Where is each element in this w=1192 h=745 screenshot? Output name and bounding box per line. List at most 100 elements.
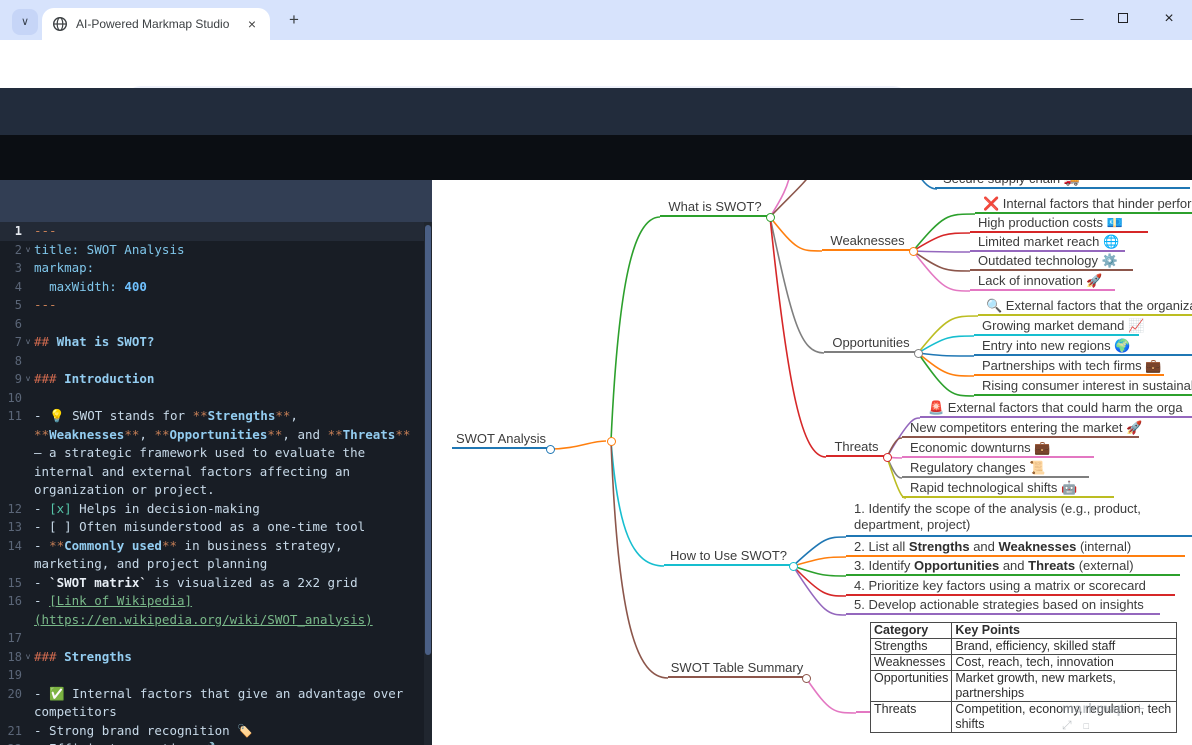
- mindmap-node[interactable]: What is SWOT?: [660, 198, 770, 217]
- editor-line[interactable]: 9v### Introduction: [0, 370, 432, 389]
- editor-scrollbar[interactable]: [424, 222, 432, 745]
- gutter-spacer: [22, 407, 34, 500]
- mindmap-node[interactable]: 1. Identify the scope of the analysis (e…: [846, 501, 1192, 537]
- new-tab-button[interactable]: +: [282, 10, 306, 30]
- mindmap-link: [550, 441, 606, 449]
- mindmap-node-circle[interactable]: [766, 213, 775, 222]
- mindmap-link: [793, 566, 846, 596]
- mindmap-node[interactable]: Lack of innovation 🚀: [970, 272, 1115, 291]
- editor-line[interactable]: 11- 💡 SWOT stands for **Strengths**, **W…: [0, 407, 432, 500]
- editor-line[interactable]: 7v## What is SWOT?: [0, 333, 432, 352]
- mindmap-link: [913, 251, 970, 252]
- mindmap-link: [611, 441, 668, 678]
- gutter-spacer: [22, 685, 34, 722]
- editor-line[interactable]: 10: [0, 389, 432, 408]
- table-row: StrengthsBrand, efficiency, skilled staf…: [871, 639, 1177, 655]
- markmap-watermark-toolbar[interactable]: markmap＋ － ⤢ ◻: [1062, 700, 1192, 733]
- mindmap-node[interactable]: Partnerships with tech firms 💼: [974, 357, 1164, 376]
- mindmap-node[interactable]: Outdated technology ⚙️: [970, 252, 1133, 271]
- mindmap-node[interactable]: Opportunities: [824, 334, 918, 353]
- mindmap-node[interactable]: Growing market demand 📈: [974, 317, 1139, 336]
- editor-line[interactable]: 18v### Strengths: [0, 648, 432, 667]
- mindmap-link: [918, 336, 974, 353]
- fold-caret-icon[interactable]: v: [22, 241, 34, 260]
- editor-line[interactable]: 1---: [0, 222, 432, 241]
- mindmap-node[interactable]: Threats: [826, 438, 887, 457]
- mindmap-node[interactable]: 5. Develop actionable strategies based o…: [846, 596, 1160, 615]
- editor-line[interactable]: 22- Efficient operations 🔧: [0, 740, 432, 745]
- mindmap-node[interactable]: SWOT Table Summary: [668, 659, 806, 678]
- table-row: WeaknessesCost, reach, tech, innovation: [871, 655, 1177, 671]
- tab-close-icon[interactable]: ×: [244, 16, 260, 32]
- mindmap-node-circle[interactable]: [883, 453, 892, 462]
- fold-caret-icon[interactable]: v: [22, 333, 34, 352]
- maximize-icon[interactable]: [1100, 0, 1146, 38]
- mindmap-node[interactable]: 🚨 External factors that could harm the o…: [920, 399, 1192, 418]
- mindmap-node-circle[interactable]: [607, 437, 616, 446]
- markdown-editor[interactable]: 1---2vtitle: SWOT Analysis3markmap:4 max…: [0, 222, 432, 745]
- mindmap-node[interactable]: Secure supply chain 🚚: [935, 180, 1190, 189]
- mindmap-link: [770, 217, 822, 251]
- mindmap-node[interactable]: SWOT Analysis: [452, 430, 550, 449]
- mindmap-node-circle[interactable]: [914, 349, 923, 358]
- table-cell: Brand, efficiency, skilled staff: [952, 639, 1177, 655]
- mindmap-node[interactable]: How to Use SWOT?: [664, 547, 793, 566]
- mindmap-node[interactable]: New competitors entering the market 🚀: [902, 419, 1139, 438]
- mindmap-node[interactable]: Economic downturns 💼: [902, 439, 1094, 458]
- editor-line[interactable]: 8: [0, 352, 432, 371]
- mindmap-node-circle[interactable]: [546, 445, 555, 454]
- editor-line[interactable]: 20- ✅ Internal factors that give an adva…: [0, 685, 432, 722]
- table-cell: Threats: [871, 702, 952, 733]
- mindmap-link: [918, 353, 974, 356]
- editor-line[interactable]: 13- [ ] Often misunderstood as a one-tim…: [0, 518, 432, 537]
- mindmap-node[interactable]: Rapid technological shifts 🤖: [902, 479, 1114, 498]
- mindmap-node[interactable]: Entry into new regions 🌍: [974, 337, 1192, 356]
- mindmap-node[interactable]: Limited market reach 🌐: [970, 233, 1125, 252]
- mindmap-node[interactable]: Regulatory changes 📜: [902, 459, 1089, 478]
- gutter-spacer: [22, 500, 34, 519]
- editor-line[interactable]: 2vtitle: SWOT Analysis: [0, 241, 432, 260]
- browser-tab[interactable]: AI-Powered Markmap Studio ×: [42, 8, 270, 40]
- editor-scrollbar-thumb[interactable]: [425, 225, 431, 655]
- markmap-canvas[interactable]: SWOT Analysis What is SWOT? Weaknesses Oppo…: [432, 180, 1192, 745]
- mindmap-node[interactable]: 4. Prioritize key factors using a matrix…: [846, 577, 1175, 596]
- gutter-spacer: [22, 352, 34, 371]
- mindmap-node[interactable]: 🔍 External factors that the organizatio: [978, 297, 1192, 316]
- mindmap-link: [806, 678, 856, 713]
- editor-line[interactable]: 4 maxWidth: 400: [0, 278, 432, 297]
- editor-line[interactable]: 21- Strong brand recognition 🏷️: [0, 722, 432, 741]
- editor-line[interactable]: 14- **Commonly used** in business strate…: [0, 537, 432, 574]
- table-cell: Cost, reach, tech, innovation: [952, 655, 1177, 671]
- mindmap-link: [917, 180, 937, 189]
- mindmap-link: [611, 217, 660, 441]
- mindmap-node[interactable]: 3. Identify Opportunities and Threats (e…: [846, 557, 1180, 576]
- mindmap-link: [770, 180, 790, 217]
- mindmap-node-circle[interactable]: [802, 674, 811, 683]
- mindmap-link: [770, 180, 812, 217]
- tab-search-chevron-icon[interactable]: ∨: [12, 9, 38, 35]
- editor-line[interactable]: 15- `SWOT matrix` is visualized as a 2x2…: [0, 574, 432, 593]
- editor-toolbar: Insert Snippet: [0, 180, 432, 222]
- mindmap-node[interactable]: High production costs 💶: [970, 214, 1148, 233]
- editor-line[interactable]: 17: [0, 629, 432, 648]
- mindmap-node-circle[interactable]: [789, 562, 798, 571]
- minimize-icon[interactable]: —: [1054, 0, 1100, 38]
- mindmap-node[interactable]: 2. List all Strengths and Weaknesses (in…: [846, 538, 1185, 557]
- fold-caret-icon[interactable]: v: [22, 648, 34, 667]
- editor-line[interactable]: 16- [Link of Wikipedia](https://en.wikip…: [0, 592, 432, 629]
- mindmap-node[interactable]: Rising consumer interest in sustainabili: [974, 377, 1192, 396]
- fold-caret-icon[interactable]: v: [22, 370, 34, 389]
- table-row: OpportunitiesMarket growth, new markets,…: [871, 671, 1177, 702]
- table-cell: Strengths: [871, 639, 952, 655]
- mindmap-node[interactable]: ❌ Internal factors that hinder performa: [975, 195, 1192, 214]
- gutter-spacer: [22, 278, 34, 297]
- table-header-cell: Key Points: [952, 623, 1177, 639]
- mindmap-node-circle[interactable]: [909, 247, 918, 256]
- editor-line[interactable]: 3markmap:: [0, 259, 432, 278]
- editor-line[interactable]: 6: [0, 315, 432, 334]
- editor-line[interactable]: 5---: [0, 296, 432, 315]
- close-icon[interactable]: ×: [1146, 0, 1192, 38]
- editor-line[interactable]: 19: [0, 666, 432, 685]
- mindmap-node[interactable]: Weaknesses: [822, 232, 913, 251]
- editor-line[interactable]: 12- [x] Helps in decision-making: [0, 500, 432, 519]
